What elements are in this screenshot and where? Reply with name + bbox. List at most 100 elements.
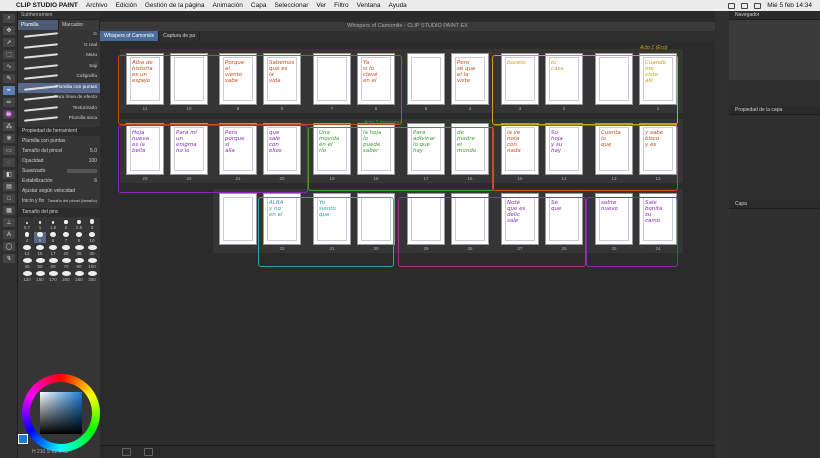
menu-capa[interactable]: Capa [251, 2, 267, 9]
operation-tool-icon[interactable]: ➚ [3, 38, 15, 47]
blend-tool-icon[interactable]: ◌ [3, 158, 15, 167]
brush-size-option[interactable]: 200 [60, 270, 72, 282]
brush-size-option[interactable]: 120 [21, 270, 33, 282]
page-thumbnail[interactable]: Una movida en el río [313, 123, 351, 175]
brush-size-option[interactable]: 1 [34, 219, 46, 230]
brush-size-option[interactable]: 300 [86, 270, 98, 282]
brush-item[interactable]: Saji [18, 62, 100, 73]
brush-size-option[interactable]: 6 [47, 231, 59, 243]
page-thumbnail[interactable]: Noté que es delic sale [501, 193, 539, 245]
page-thumbnail[interactable]: Para mí un enigma no lo [170, 123, 208, 175]
page-spread[interactable]: 5 Pero sé que el la viste 4 [401, 49, 495, 113]
search-icon[interactable] [754, 2, 762, 9]
brush-size-row[interactable]: Tamaño del pincel 5.0 [18, 146, 100, 156]
page-thumbnail[interactable] [170, 53, 208, 105]
page-spread[interactable]: sobre nuevo 25 Sale bonita su camo 24 [589, 189, 683, 253]
decoration-tool-icon[interactable]: ❋ [3, 134, 15, 143]
tab-captura[interactable]: Captura de pa [159, 31, 200, 41]
page-thumbnail[interactable]: Alba de historia es un espejo [126, 53, 164, 105]
menu-edicion[interactable]: Edición [116, 2, 137, 9]
tab-marcador[interactable]: Marcador [59, 20, 100, 30]
ruler-tool-icon[interactable]: ⊥ [3, 218, 15, 227]
wifi-icon[interactable] [741, 2, 749, 9]
menu-ayuda[interactable]: Ayuda [388, 2, 406, 9]
page-thumbnail[interactable] [451, 193, 489, 245]
page-thumbnail[interactable]: que sale con ellos [263, 123, 301, 175]
brush-size-option[interactable]: 7 [60, 231, 72, 243]
page-thumbnail[interactable]: Cuenta lo que [595, 123, 633, 175]
brush-size-option[interactable]: 15 [34, 244, 46, 256]
page-spread[interactable]: Para adivinar lo que hay 17 de madre el mu… [401, 119, 495, 183]
brush-size-option[interactable]: 2.5 [73, 219, 85, 230]
brush-size-option[interactable]: 170 [47, 270, 59, 282]
brush-item[interactable]: Maru [18, 51, 100, 62]
page-thumbnail[interactable] [357, 193, 395, 245]
fill-tool-icon[interactable]: ◧ [3, 170, 15, 179]
brush-size-option[interactable]: 4 [21, 231, 33, 243]
brush-item[interactable]: Texturizado [18, 104, 100, 115]
layer-property-header[interactable]: Propiedad de la capa [729, 106, 820, 115]
brush-size-option[interactable]: 0.7 [21, 219, 33, 230]
opacity-row[interactable]: Opacidad 100 [18, 156, 100, 166]
page-spread[interactable]: Porque el viento sabe 9 Sabemos qué es la … [213, 49, 307, 113]
page-spread[interactable]: Alba de historia es un espejo 11 10 [120, 49, 214, 113]
brush-size-option[interactable]: 70 [60, 257, 72, 269]
page-thumbnail[interactable]: Hoja nueva es la bella [126, 123, 164, 175]
lasso-tool-icon[interactable]: ∿ [3, 62, 15, 71]
pencil-tool-icon[interactable]: ✏ [3, 98, 15, 107]
figure-tool-icon[interactable]: □ [3, 194, 15, 203]
page-thumbnail[interactable]: Sé que [545, 193, 583, 245]
brush-size-option[interactable]: 1.5 [47, 219, 59, 230]
brush-size-option[interactable]: 40 [21, 257, 33, 269]
thumbnail-icon[interactable] [144, 448, 153, 456]
brush-item[interactable]: G real [18, 41, 100, 52]
brush-size-option[interactable]: 100 [86, 257, 98, 269]
page-spread[interactable]: boceto 3 tu casa 2 [495, 49, 589, 113]
color-wheel[interactable] [22, 374, 100, 452]
page-spread[interactable]: 29 28 [401, 189, 495, 253]
brush-size-option[interactable]: 30 [86, 244, 98, 256]
brush-item[interactable]: Para línea de efecto [18, 93, 100, 104]
page-thumbnail[interactable]: Ya si lo clavé en el [357, 53, 395, 105]
page-thumbnail[interactable]: ALBA y no en el [263, 193, 301, 245]
tab-plumilla[interactable]: Plumilla [18, 20, 59, 30]
page-thumbnail[interactable]: Para adivinar lo que hay [407, 123, 445, 175]
text-tool-icon[interactable]: A [3, 230, 15, 239]
page-thumbnail[interactable] [407, 53, 445, 105]
selection-tool-icon[interactable]: ⬚ [3, 50, 15, 59]
balloon-tool-icon[interactable]: ◯ [3, 242, 15, 251]
page-spread[interactable]: Una movida en el río 19 la hoja lo puede s… [307, 119, 401, 183]
page-thumbnail[interactable] [595, 53, 633, 105]
zoom-tool-icon[interactable]: ⌕ [3, 14, 15, 23]
clock[interactable]: Mié 5 feb 14:34 [767, 2, 812, 9]
page-spread[interactable]: Cuenta lo que 13 y sabe bisco y es 12 [589, 119, 683, 183]
menu-ver[interactable]: Ver [316, 2, 326, 9]
page-spread[interactable]: Noté que es delic sale 27 Sé que 26 [495, 189, 589, 253]
navigator-header[interactable]: Navegador [729, 11, 820, 20]
page-spread[interactable]: Cuando me visto allí 1 [589, 49, 683, 113]
brush-size-option[interactable]: 12 [21, 244, 33, 256]
brush-tool-icon[interactable]: ♒ [3, 110, 15, 119]
menu-gestion-pagina[interactable]: Gestión de la página [145, 2, 205, 9]
correct-line-tool-icon[interactable]: ↯ [3, 254, 15, 263]
brush-size-option[interactable]: 2 [60, 219, 72, 230]
brush-size-option[interactable]: 80 [73, 257, 85, 269]
stabilization-row[interactable]: Estabilización 6 [18, 176, 100, 186]
page-thumbnail[interactable]: tu casa [545, 53, 583, 105]
eraser-tool-icon[interactable]: ▭ [3, 146, 15, 155]
brush-item-selected[interactable]: Plumilla con puntas [18, 82, 100, 93]
brush-size-option[interactable]: 50 [34, 257, 46, 269]
brush-item[interactable]: Plumilla seca [18, 114, 100, 125]
page-thumbnail[interactable]: Pero sé que el la viste [451, 53, 489, 105]
brush-size-option[interactable]: 5 [34, 231, 46, 243]
page-thumbnail[interactable]: de madre el mundo [451, 123, 489, 175]
page-thumbnail[interactable] [219, 193, 257, 245]
page-thumbnail[interactable] [313, 53, 351, 105]
main-color-swatch[interactable] [18, 434, 28, 444]
battery-icon[interactable] [728, 2, 736, 9]
page-thumbnail[interactable]: la ve nota con nada [501, 123, 539, 175]
speed-checkbox[interactable]: Ajustar según velocidad [18, 186, 100, 196]
brush-size-option[interactable]: 17 [47, 244, 59, 256]
brush-size-option[interactable]: 20 [60, 244, 72, 256]
page-thumbnail[interactable]: Yo siento que [313, 193, 351, 245]
